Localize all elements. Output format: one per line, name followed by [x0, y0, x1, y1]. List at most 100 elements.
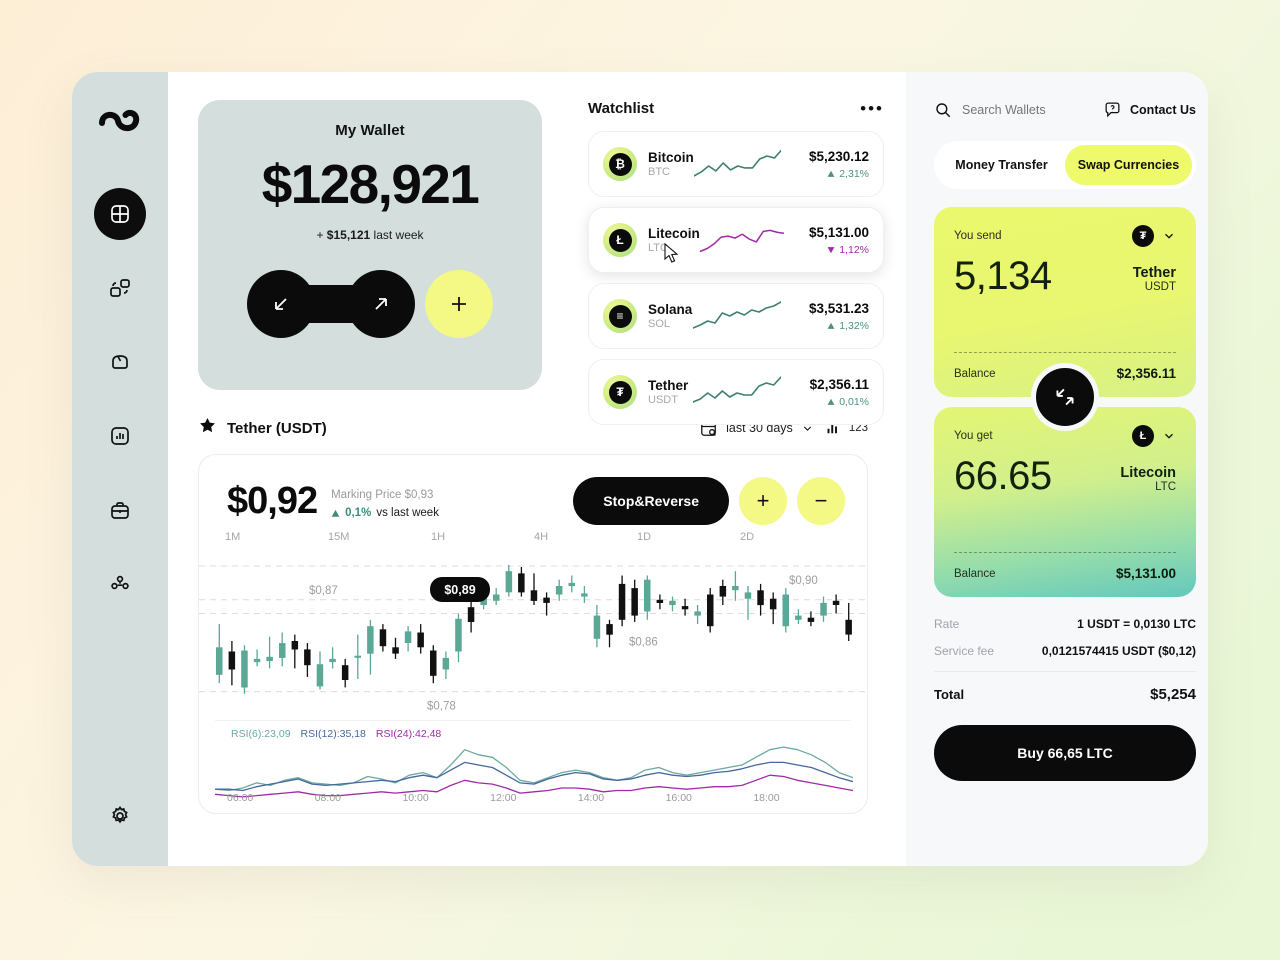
coin-change: 1,32% — [791, 320, 869, 332]
timeframe-1d[interactable]: 1D — [637, 531, 740, 543]
rate-row: Rate 1 USDT = 0,0130 LTC — [934, 617, 1196, 631]
svg-text:$0,86: $0,86 — [629, 637, 658, 649]
total-label: Total — [934, 687, 965, 702]
arrow-up-right-icon — [375, 298, 387, 310]
timeframe-selector[interactable]: 1M 15M 1H 4H 1D 2D — [199, 525, 867, 543]
wallet-change-amount: $15,121 — [326, 228, 371, 242]
watchlist-item[interactable]: Ł Litecoin LTC $5,131.00 1,12% — [588, 207, 884, 273]
wallet-send-receive-group — [247, 270, 415, 338]
chart-change: 0,1% vs last week — [331, 507, 439, 519]
triangle-up-icon — [827, 322, 835, 329]
timeframe-1h[interactable]: 1H — [431, 531, 534, 543]
chart-price-row: $0,92 Marking Price $0,93 0,1% vs last w… — [199, 455, 867, 525]
rsi-xtick: 12:00 — [490, 792, 517, 804]
svg-text:$0,89: $0,89 — [444, 583, 475, 597]
sidebar-item-cards[interactable] — [94, 262, 146, 314]
send-button[interactable] — [347, 270, 415, 338]
coin-symbol: USDT — [648, 394, 678, 407]
wallet-balance: $128,921 — [261, 153, 480, 215]
sidebar-settings-button[interactable] — [98, 794, 142, 838]
timeframe-1m[interactable]: 1M — [225, 531, 328, 543]
svg-text:$0,87: $0,87 — [309, 585, 338, 597]
sidebar-item-dashboard[interactable] — [94, 188, 146, 240]
wallet-actions — [198, 270, 542, 338]
wallet-title: My Wallet — [335, 122, 405, 139]
receive-button[interactable] — [247, 270, 315, 338]
briefcase-icon — [111, 501, 129, 519]
app-logo[interactable] — [97, 100, 143, 144]
sidebar-item-portfolio[interactable] — [94, 484, 146, 536]
get-currency-symbol: LTC — [1155, 481, 1176, 493]
search-wallets[interactable] — [934, 101, 1103, 119]
get-amount-row: 66.65 Litecoin LTC — [954, 455, 1176, 497]
tab-money-transfer[interactable]: Money Transfer — [938, 145, 1065, 185]
timeframe-4h[interactable]: 4H — [534, 531, 637, 543]
total-value: $5,254 — [1150, 686, 1196, 703]
swap-direction-button[interactable] — [1036, 368, 1094, 426]
rsi-xtick: 08:00 — [314, 792, 341, 804]
get-currency-selector[interactable]: Ł — [1132, 425, 1176, 447]
sidebar-item-analytics[interactable] — [94, 410, 146, 462]
coin-change: 0,01% — [791, 396, 869, 408]
marking-price-label: Marking Price — [331, 489, 402, 501]
help-chat-icon — [1105, 102, 1120, 118]
watchlist-items: ₿ Bitcoin BTC $5,230.12 2,31% Ł Litecoin LTC $5,… — [588, 131, 884, 425]
timeframe-2d[interactable]: 2D — [740, 531, 843, 543]
triangle-up-icon — [827, 398, 835, 405]
rsi-xtick: 10:00 — [402, 792, 429, 804]
stop-reverse-button[interactable]: Stop&Reverse — [573, 477, 729, 525]
coin-price: $5,230.12 — [808, 148, 869, 164]
sparkline — [699, 229, 785, 253]
litecoin-coin-icon: Ł — [1132, 425, 1154, 447]
triangle-down-icon — [827, 246, 835, 253]
sidebar-item-wallet[interactable] — [94, 336, 146, 388]
more-options-icon[interactable]: ••• — [860, 100, 884, 117]
timeframe-15m[interactable]: 15M — [328, 531, 431, 543]
triangle-up-icon — [827, 170, 835, 177]
coin-change: 1,12% — [794, 244, 869, 256]
chart-actions: Stop&Reverse + − — [573, 477, 845, 525]
sparkline — [693, 376, 781, 403]
coin-avatar: ₮ — [603, 375, 637, 409]
chevron-down-icon — [1165, 233, 1173, 239]
coin-names: Litecoin LTC — [648, 226, 700, 255]
send-currency-selector[interactable]: ₮ — [1132, 225, 1176, 247]
send-currency-name: Tether — [1132, 265, 1176, 281]
coin-symbol: SOL — [648, 318, 671, 331]
svg-text:$0,90: $0,90 — [789, 575, 818, 587]
get-amount[interactable]: 66.65 — [954, 455, 1052, 497]
marking-price-value: $0,93 — [404, 489, 434, 501]
contact-us-button[interactable]: Contact Us — [1103, 100, 1196, 119]
send-amount[interactable]: 5,134 — [954, 255, 1052, 297]
tab-swap-currencies[interactable]: Swap Currencies — [1065, 145, 1192, 185]
transfer-mode-tabs: Money Transfer Swap Currencies — [934, 141, 1196, 189]
zoom-in-button[interactable]: + — [739, 477, 787, 525]
wallet-add-button[interactable] — [425, 270, 493, 338]
watchlist-item[interactable]: ≡ Solana SOL $3,531.23 1,32% — [588, 283, 884, 349]
tether-coin-icon: ₮ — [1132, 225, 1154, 247]
star-filled-icon[interactable] — [198, 416, 217, 440]
bar-chart-icon — [111, 427, 129, 445]
triangle-up-icon — [331, 509, 340, 517]
buy-button[interactable]: Buy 66,65 LTC — [934, 725, 1196, 781]
chart-change-context: vs last week — [376, 507, 439, 519]
candlestick-svg: $0,90 $0,87 $0,86 $0,78 $0,89 — [199, 564, 867, 713]
coin-symbol: BTC — [648, 166, 670, 179]
watchlist-item[interactable]: ₮ Tether USDT $2,356.11 0,01% — [588, 359, 884, 425]
chart-price: $0,92 — [227, 479, 318, 522]
zoom-out-button[interactable]: − — [797, 477, 845, 525]
coin-price: $3,531.23 — [808, 300, 869, 316]
rsi-xtick: 16:00 — [665, 792, 692, 804]
search-input[interactable] — [962, 102, 1082, 117]
wallet-change-suffix: last week — [373, 228, 424, 242]
chart-panel: $0,92 Marking Price $0,93 0,1% vs last w… — [198, 454, 868, 814]
you-get-label: You get — [954, 430, 993, 442]
send-divider — [954, 352, 1176, 353]
sidebar-item-team[interactable] — [94, 558, 146, 610]
watchlist-item[interactable]: ₿ Bitcoin BTC $5,230.12 2,31% — [588, 131, 884, 197]
rate-value: 1 USDT = 0,0130 LTC — [1077, 617, 1196, 631]
fee-label: Service fee — [934, 644, 995, 658]
sparkline — [693, 149, 782, 177]
rsi-xtick: 18:00 — [753, 792, 780, 804]
coin-values: $5,131.00 1,12% — [794, 225, 869, 256]
